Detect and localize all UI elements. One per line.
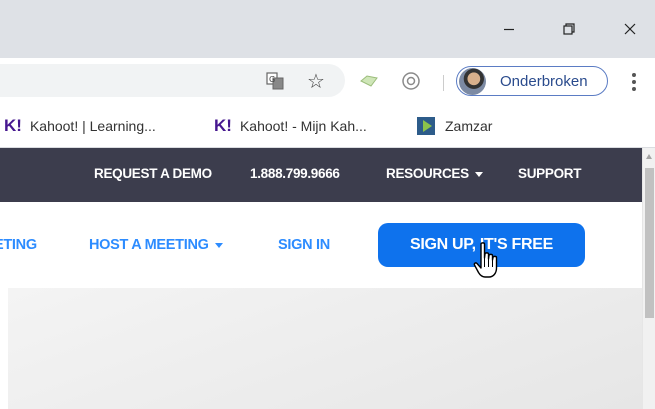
bookmark-label: Kahoot! - Mijn Kah... bbox=[239, 118, 367, 134]
minimize-icon[interactable] bbox=[489, 12, 529, 46]
avatar bbox=[459, 67, 486, 95]
browser-toolbar: G ☆ Onderbroken bbox=[0, 58, 655, 103]
toolbar-divider bbox=[443, 75, 444, 91]
extension-icon[interactable] bbox=[398, 68, 424, 94]
browser-titlebar bbox=[0, 0, 655, 58]
bookmark-zamzar[interactable]: Zamzar bbox=[417, 114, 492, 138]
host-meeting-menu[interactable]: HOST A MEETING bbox=[89, 237, 223, 253]
hero-banner bbox=[8, 288, 642, 409]
host-meeting-label: HOST A MEETING bbox=[89, 237, 209, 253]
profile-button[interactable]: Onderbroken bbox=[456, 66, 608, 96]
phone-number-link[interactable]: 1.888.799.9666 bbox=[250, 166, 340, 181]
menu-icon[interactable] bbox=[622, 70, 646, 94]
web-page: REQUEST A DEMO 1.888.799.9666 RESOURCES … bbox=[0, 148, 642, 409]
sign-in-link[interactable]: SIGN IN bbox=[278, 237, 330, 253]
site-top-nav: REQUEST A DEMO 1.888.799.9666 RESOURCES … bbox=[0, 148, 642, 202]
profile-label: Onderbroken bbox=[500, 72, 588, 90]
svg-text:G: G bbox=[269, 75, 275, 84]
bookmark-label: Kahoot! | Learning... bbox=[29, 118, 156, 134]
page-scrollbar[interactable] bbox=[642, 148, 655, 409]
site-main-nav: ETING HOST A MEETING SIGN IN SIGN UP, IT… bbox=[0, 202, 642, 288]
hand-pointer-icon bbox=[473, 242, 498, 278]
resources-label: RESOURCES bbox=[386, 166, 469, 181]
bookmarks-bar: K! Kahoot! | Learning... K! Kahoot! - Mi… bbox=[0, 103, 655, 148]
resources-menu[interactable]: RESOURCES bbox=[386, 166, 483, 181]
scroll-up-icon[interactable] bbox=[646, 154, 652, 159]
bookmark-label: Zamzar bbox=[445, 118, 493, 134]
close-icon[interactable] bbox=[610, 12, 650, 46]
restore-icon[interactable] bbox=[549, 12, 589, 46]
scroll-thumb[interactable] bbox=[645, 168, 654, 318]
zamzar-icon bbox=[417, 117, 435, 135]
request-demo-link[interactable]: REQUEST A DEMO bbox=[94, 166, 212, 181]
bookmark-kahoot-learning[interactable]: K! Kahoot! | Learning... bbox=[4, 114, 156, 138]
join-meeting-link[interactable]: ETING bbox=[0, 237, 37, 253]
caret-down-icon bbox=[214, 242, 223, 248]
address-bar[interactable] bbox=[0, 64, 345, 97]
translate-icon[interactable]: G bbox=[262, 68, 288, 94]
bookmark-kahoot-mijn[interactable]: K! Kahoot! - Mijn Kah... bbox=[214, 114, 367, 138]
star-icon[interactable]: ☆ bbox=[303, 68, 329, 94]
kahoot-icon: K! bbox=[214, 116, 232, 135]
extension-icon[interactable] bbox=[356, 68, 382, 94]
hero-edge bbox=[0, 288, 8, 409]
caret-down-icon bbox=[474, 171, 483, 177]
support-link[interactable]: SUPPORT bbox=[518, 166, 581, 181]
kahoot-icon: K! bbox=[4, 116, 22, 135]
